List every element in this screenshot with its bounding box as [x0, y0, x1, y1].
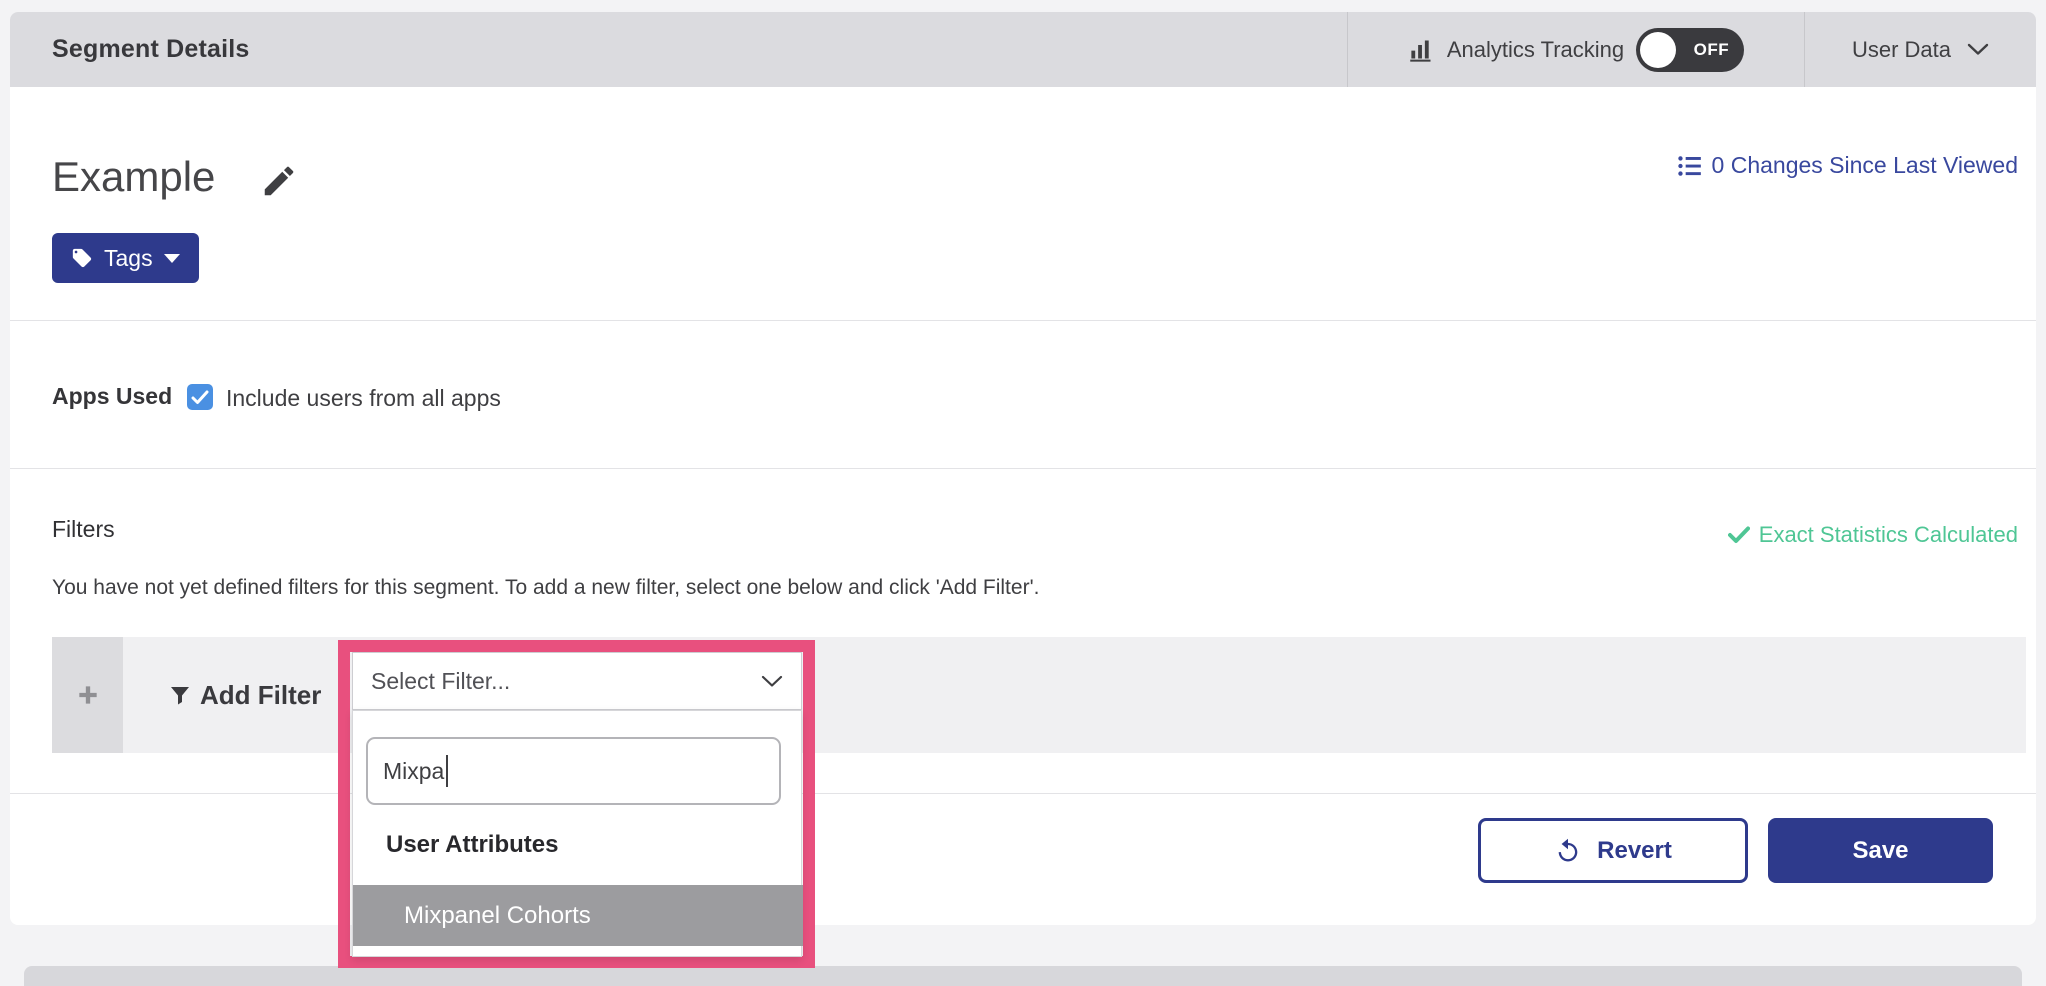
changes-since-last-viewed-link[interactable]: 0 Changes Since Last Viewed: [1677, 152, 2018, 179]
tags-button[interactable]: Tags: [52, 233, 199, 283]
divider: [10, 793, 2036, 794]
undo-icon: [1554, 837, 1582, 865]
revert-button-label: Revert: [1597, 837, 1672, 865]
changes-link-label: 0 Changes Since Last Viewed: [1712, 152, 2018, 179]
add-filter-row: Add Filter: [52, 637, 2026, 753]
analytics-tracking-label: Analytics Tracking: [1447, 37, 1624, 63]
save-button[interactable]: Save: [1768, 818, 1993, 883]
caret-down-icon: [164, 254, 180, 263]
toggle-knob: [1640, 32, 1676, 68]
user-data-label: User Data: [1852, 37, 1951, 63]
divider: [10, 320, 2036, 321]
segment-name: Example: [52, 153, 215, 201]
check-icon: [191, 390, 209, 405]
funnel-icon: [168, 683, 192, 707]
dropdown-group-header: User Attributes: [386, 831, 558, 859]
chevron-down-icon: [761, 675, 783, 688]
edit-pencil-icon[interactable]: [260, 162, 298, 200]
divider: [10, 468, 2036, 469]
exact-statistics-status: Exact Statistics Calculated: [1728, 522, 2018, 548]
analytics-tracking-toggle[interactable]: OFF: [1636, 28, 1744, 72]
check-icon: [1728, 526, 1750, 544]
add-filter-label: Add Filter: [200, 680, 321, 711]
user-data-dropdown[interactable]: User Data: [1805, 12, 2036, 87]
tags-button-label: Tags: [104, 245, 153, 272]
select-filter-placeholder: Select Filter...: [371, 668, 761, 695]
filter-search-value: Mixpa: [383, 758, 444, 785]
include-all-apps-label: Include users from all apps: [226, 385, 501, 412]
revert-button[interactable]: Revert: [1478, 818, 1748, 883]
save-button-label: Save: [1852, 837, 1908, 865]
toggle-state-label: OFF: [1694, 28, 1730, 72]
next-section-bar: [24, 966, 2022, 986]
card-header: Segment Details Analytics Tracking OFF U…: [10, 12, 2036, 87]
include-all-apps-checkbox[interactable]: [187, 384, 213, 410]
add-filter-label-group: Add Filter: [168, 637, 321, 753]
select-filter-dropdown[interactable]: Select Filter...: [352, 652, 802, 710]
tag-icon: [71, 247, 93, 269]
plus-icon: [75, 682, 101, 708]
filters-title: Filters: [52, 516, 115, 543]
page-title: Segment Details: [52, 12, 250, 87]
exact-statistics-label: Exact Statistics Calculated: [1759, 522, 2018, 548]
filter-dropdown-panel: Mixpa User Attributes Mixpanel Cohorts: [352, 710, 802, 957]
bar-chart-icon: [1408, 36, 1435, 63]
filter-search-input[interactable]: Mixpa: [366, 737, 781, 805]
add-filter-plus-button[interactable]: [52, 637, 123, 753]
text-caret: [446, 755, 448, 787]
list-icon: [1677, 153, 1703, 179]
dropdown-option-label: Mixpanel Cohorts: [404, 902, 591, 930]
chevron-down-icon: [1967, 43, 1989, 56]
apps-used-label: Apps Used: [52, 383, 172, 410]
filters-description: You have not yet defined filters for thi…: [52, 576, 1039, 600]
dropdown-option-mixpanel-cohorts[interactable]: Mixpanel Cohorts: [353, 885, 803, 946]
analytics-tracking-group: Analytics Tracking OFF: [1348, 12, 1804, 87]
